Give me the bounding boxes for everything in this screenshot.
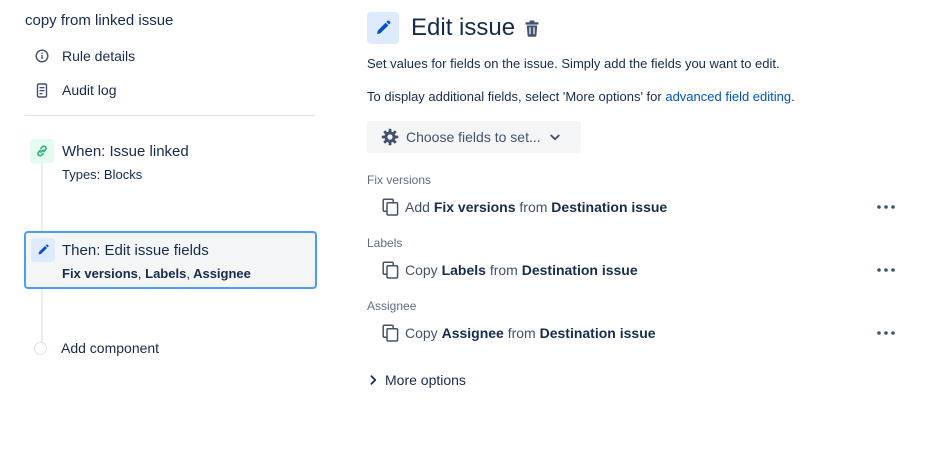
trigger-component[interactable]: When: Issue linked Types: Blocks	[28, 138, 316, 188]
field-name: Assignee	[441, 325, 504, 341]
action-field-separator: ,	[137, 266, 142, 281]
trash-icon[interactable]	[523, 18, 541, 38]
action-component[interactable]: Then: Edit issue fields Fix versions, La…	[24, 231, 317, 289]
rule-details-link[interactable]: Rule details	[34, 48, 135, 64]
chevron-right-icon	[370, 375, 377, 385]
advanced-field-editing-link[interactable]: advanced field editing	[665, 89, 791, 104]
component-editor: Edit issue Set values for fields on the …	[340, 0, 942, 476]
rule-title: copy from linked issue	[25, 12, 174, 29]
editor-description: Set values for fields on the issue. Simp…	[367, 56, 780, 71]
more-actions-icon[interactable]	[875, 323, 897, 343]
advanced-hint-text: To display additional fields, select 'Mo…	[367, 89, 666, 104]
field-from: from	[489, 262, 518, 278]
field-verb: Add	[405, 199, 430, 215]
editor-description-advanced: To display additional fields, select 'Mo…	[367, 89, 795, 104]
field-row-assignee[interactable]: Copy Assignee from Destination issue	[382, 321, 902, 345]
editor-title: Edit issue	[411, 14, 516, 41]
add-component-label: Add component	[61, 340, 160, 356]
field-source: Destination issue	[521, 262, 638, 278]
more-actions-icon[interactable]	[875, 260, 897, 280]
field-from: from	[507, 325, 536, 341]
field-row-labels[interactable]: Copy Labels from Destination issue	[382, 258, 902, 282]
add-component-button[interactable]: Add component	[34, 340, 159, 356]
rule-details-label: Rule details	[62, 48, 136, 64]
field-source: Destination issue	[539, 325, 656, 341]
field-label-labels: Labels	[367, 236, 403, 250]
add-circle-icon	[34, 341, 47, 355]
action-field-labels: Labels	[145, 266, 187, 281]
action-fields: Fix versions, Labels, Assignee	[62, 266, 251, 281]
action-title: Then: Edit issue fields	[62, 242, 209, 259]
field-verb: Copy	[405, 262, 438, 278]
choose-fields-button[interactable]: Choose fields to set...	[367, 121, 581, 153]
more-options-toggle[interactable]: More options	[370, 372, 466, 388]
trigger-title: When: Issue linked	[62, 143, 189, 160]
advanced-hint-suffix: .	[791, 89, 795, 104]
document-icon	[34, 82, 50, 98]
field-row-fix-versions[interactable]: Add Fix versions from Destination issue	[382, 195, 902, 219]
field-name: Fix versions	[433, 199, 516, 215]
field-source: Destination issue	[551, 199, 668, 215]
field-name: Labels	[441, 262, 486, 278]
field-verb: Copy	[405, 325, 438, 341]
more-options-label: More options	[385, 372, 466, 388]
copy-icon	[382, 198, 399, 216]
copy-icon	[382, 261, 399, 279]
link-icon	[30, 139, 54, 163]
info-icon	[34, 48, 50, 64]
action-field-separator: ,	[186, 266, 190, 281]
action-field-assignee: Assignee	[193, 266, 251, 281]
audit-log-label: Audit log	[62, 82, 117, 98]
chevron-down-icon	[549, 134, 560, 141]
field-label-assignee: Assignee	[367, 299, 417, 313]
field-from: from	[519, 199, 548, 215]
sidebar-divider	[25, 115, 315, 116]
pencil-icon	[367, 12, 399, 44]
field-label-fix-versions: Fix versions	[367, 173, 432, 187]
more-actions-icon[interactable]	[875, 197, 897, 217]
trigger-subtitle: Types: Blocks	[62, 167, 143, 182]
rule-sidebar: copy from linked issue Rule details Audi…	[0, 0, 340, 476]
choose-fields-label: Choose fields to set...	[406, 129, 541, 145]
copy-icon	[382, 324, 399, 342]
audit-log-link[interactable]: Audit log	[34, 82, 116, 98]
action-field-fix-versions: Fix versions	[62, 266, 138, 281]
pencil-icon	[31, 238, 55, 262]
gear-icon	[381, 128, 399, 146]
